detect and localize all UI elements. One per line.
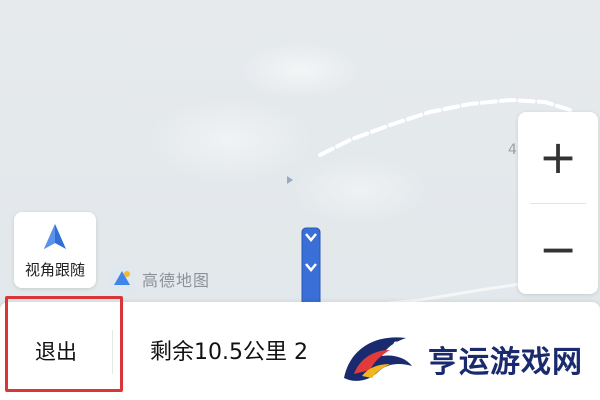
watermark-text: 亨运游戏网 <box>428 345 583 380</box>
view-follow-label: 视角跟随 <box>24 260 85 279</box>
map-edge-label: 4 <box>508 142 517 158</box>
exit-highlight-box <box>5 296 123 392</box>
dragon-logo-icon <box>344 337 412 381</box>
amap-logo-text: 高德地图 <box>142 271 211 290</box>
view-follow-button[interactable]: 视角跟随 <box>14 212 96 288</box>
amap-logo-icon <box>110 267 134 291</box>
zoom-control: + − <box>518 112 598 294</box>
zoom-out-button[interactable]: − <box>518 204 598 294</box>
watermark: 亨运游戏网 <box>336 326 589 392</box>
compass-arrow-icon <box>44 223 66 249</box>
amap-logo: 高德地图 <box>108 264 210 294</box>
zoom-in-button[interactable]: + <box>518 112 598 202</box>
location-mark-icon <box>287 176 293 184</box>
remaining-distance: 剩余10.5公里 2 <box>150 340 308 365</box>
